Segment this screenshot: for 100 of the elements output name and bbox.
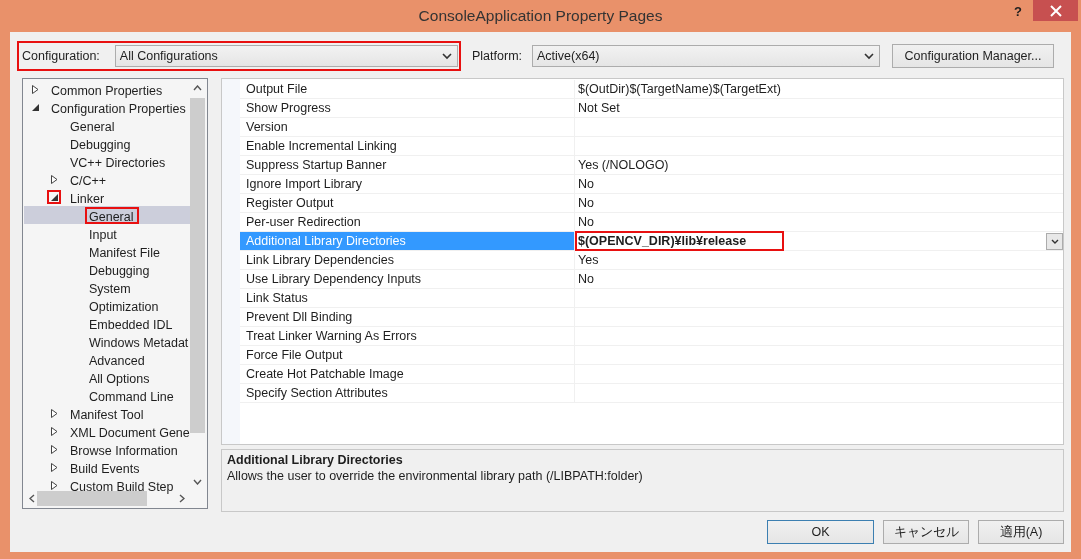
property-name[interactable]: Suppress Startup Banner	[240, 156, 575, 174]
tree-item[interactable]: General	[24, 116, 190, 134]
tree-item[interactable]: XML Document Gene	[24, 422, 190, 440]
tree-item[interactable]: General	[24, 206, 190, 224]
window-title: ConsoleApplication Property Pages	[417, 7, 664, 25]
configuration-manager-button[interactable]: Configuration Manager...	[892, 44, 1054, 68]
property-name[interactable]: Specify Section Attributes	[240, 384, 575, 402]
tree-item-label: Common Properties	[50, 82, 164, 98]
dropdown-button[interactable]	[1046, 232, 1063, 250]
tree-item[interactable]: Manifest Tool	[24, 404, 190, 422]
tree-item-label: Embedded IDL	[88, 316, 174, 332]
tree-item[interactable]: Linker	[24, 188, 190, 206]
tree-item[interactable]: C/C++	[24, 170, 190, 188]
collapsed-triangle-icon[interactable]	[50, 462, 58, 472]
scroll-up-icon[interactable]	[193, 85, 202, 91]
tree-item[interactable]: Advanced	[24, 350, 190, 368]
tree-item-label: System	[88, 280, 132, 296]
tree-item[interactable]: Debugging	[24, 260, 190, 278]
tree-item-label: Debugging	[69, 136, 132, 152]
collapsed-triangle-icon[interactable]	[50, 408, 58, 418]
configuration-label: Configuration:	[22, 49, 100, 63]
property-value: No	[577, 271, 595, 288]
collapsed-triangle-icon[interactable]	[50, 174, 58, 184]
property-name[interactable]: Prevent Dll Binding	[240, 308, 575, 326]
tree-item-label: Windows Metadat	[88, 334, 190, 350]
property-name[interactable]: Create Hot Patchable Image	[240, 365, 575, 383]
property-name[interactable]: Per-user Redirection	[240, 213, 575, 231]
tree-item[interactable]: Build Events	[24, 458, 190, 476]
tree-item-label: VC++ Directories	[69, 154, 167, 170]
close-button[interactable]	[1033, 0, 1078, 21]
dialog-button[interactable]: OK	[767, 520, 874, 544]
tree-item-label: Optimization	[88, 298, 160, 314]
collapsed-triangle-icon[interactable]	[50, 480, 58, 490]
property-name[interactable]: Link Library Dependencies	[240, 251, 575, 269]
chevron-down-icon	[864, 52, 874, 60]
tree-item-label: Manifest File	[88, 244, 161, 260]
scrollbar-thumb[interactable]	[190, 97, 205, 433]
tree-item[interactable]: All Options	[24, 368, 190, 386]
collapsed-triangle-icon[interactable]	[50, 444, 58, 454]
tree-item-label: Manifest Tool	[69, 406, 145, 422]
help-button[interactable]: ?	[1014, 4, 1022, 19]
scroll-down-icon[interactable]	[193, 479, 202, 485]
tree-item[interactable]: Custom Build Step	[24, 476, 190, 494]
tree-item-label: C/C++	[69, 172, 108, 188]
property-name[interactable]: Show Progress	[240, 99, 575, 117]
tree-item-label: Linker	[69, 190, 106, 206]
tree-item-label: Custom Build Step	[69, 478, 175, 494]
tree-item[interactable]: Windows Metadat	[24, 332, 190, 350]
description-title: Additional Library Directories	[227, 453, 404, 467]
property-value: Yes (/NOLOGO)	[577, 157, 670, 174]
tree-item[interactable]: Browse Information	[24, 440, 190, 458]
tree-item-label: Configuration Properties	[50, 100, 187, 116]
tree-item[interactable]: Input	[24, 224, 190, 242]
tree-item-label: Build Events	[69, 460, 141, 476]
platform-label: Platform:	[472, 49, 522, 63]
configuration-dropdown[interactable]: All Configurations	[114, 45, 458, 67]
property-name[interactable]: Enable Incremental Linking	[240, 137, 575, 155]
scroll-left-icon[interactable]	[29, 494, 35, 503]
tree-item[interactable]: Debugging	[24, 134, 190, 152]
tree-item-label: Browse Information	[69, 442, 179, 458]
property-value: $(OutDir)$(TargetName)$(TargetExt)	[577, 81, 782, 98]
property-name[interactable]: Output File	[240, 80, 575, 98]
property-value: $(OPENCV_DIR)¥lib¥release	[575, 231, 785, 251]
tree-item[interactable]: System	[24, 278, 190, 296]
property-name[interactable]: Treat Linker Warning As Errors	[240, 327, 575, 345]
property-name[interactable]: Register Output	[240, 194, 575, 212]
dialog-button[interactable]: キャンセル	[883, 520, 969, 544]
property-name[interactable]: Ignore Import Library	[240, 175, 575, 193]
property-value: No	[577, 176, 595, 193]
tree-item-label: Input	[88, 226, 118, 242]
tree-item[interactable]: Optimization	[24, 296, 190, 314]
property-name[interactable]: Use Library Dependency Inputs	[240, 270, 575, 288]
property-value: No	[577, 195, 595, 212]
tree-item-label: All Options	[88, 370, 151, 386]
tree-item-label: XML Document Gene	[69, 424, 191, 440]
tree-item-label: Command Line	[88, 388, 175, 404]
property-name[interactable]: Force File Output	[240, 346, 575, 364]
platform-dropdown[interactable]: Active(x64)	[532, 45, 880, 67]
scrollbar-thumb[interactable]	[37, 491, 147, 506]
expanded-triangle-icon[interactable]	[31, 103, 39, 111]
tree-item[interactable]: Command Line	[24, 386, 190, 404]
tree-item[interactable]: Manifest File	[24, 242, 190, 260]
tree-item[interactable]: Configuration Properties	[24, 98, 190, 116]
description-text: Allows the user to override the environmental library path (/LIBPATH:folder)	[227, 469, 644, 483]
tree-item-label: General	[85, 206, 140, 224]
collapsed-triangle-icon[interactable]	[31, 84, 39, 94]
tree-item-label: Advanced	[88, 352, 146, 368]
scroll-right-icon[interactable]	[179, 494, 185, 503]
tree-item-label: General	[69, 118, 116, 134]
close-icon	[1049, 4, 1062, 17]
property-name[interactable]: Link Status	[240, 289, 575, 307]
property-value: Not Set	[577, 100, 621, 117]
dialog-button[interactable]: 適用(A)	[978, 520, 1064, 544]
chevron-down-icon	[1050, 238, 1059, 244]
property-name[interactable]: Version	[240, 118, 575, 136]
tree-item[interactable]: VC++ Directories	[24, 152, 190, 170]
collapsed-triangle-icon[interactable]	[50, 426, 58, 436]
tree-item-label: Debugging	[88, 262, 151, 278]
tree-item[interactable]: Embedded IDL	[24, 314, 190, 332]
tree-item[interactable]: Common Properties	[24, 80, 190, 98]
